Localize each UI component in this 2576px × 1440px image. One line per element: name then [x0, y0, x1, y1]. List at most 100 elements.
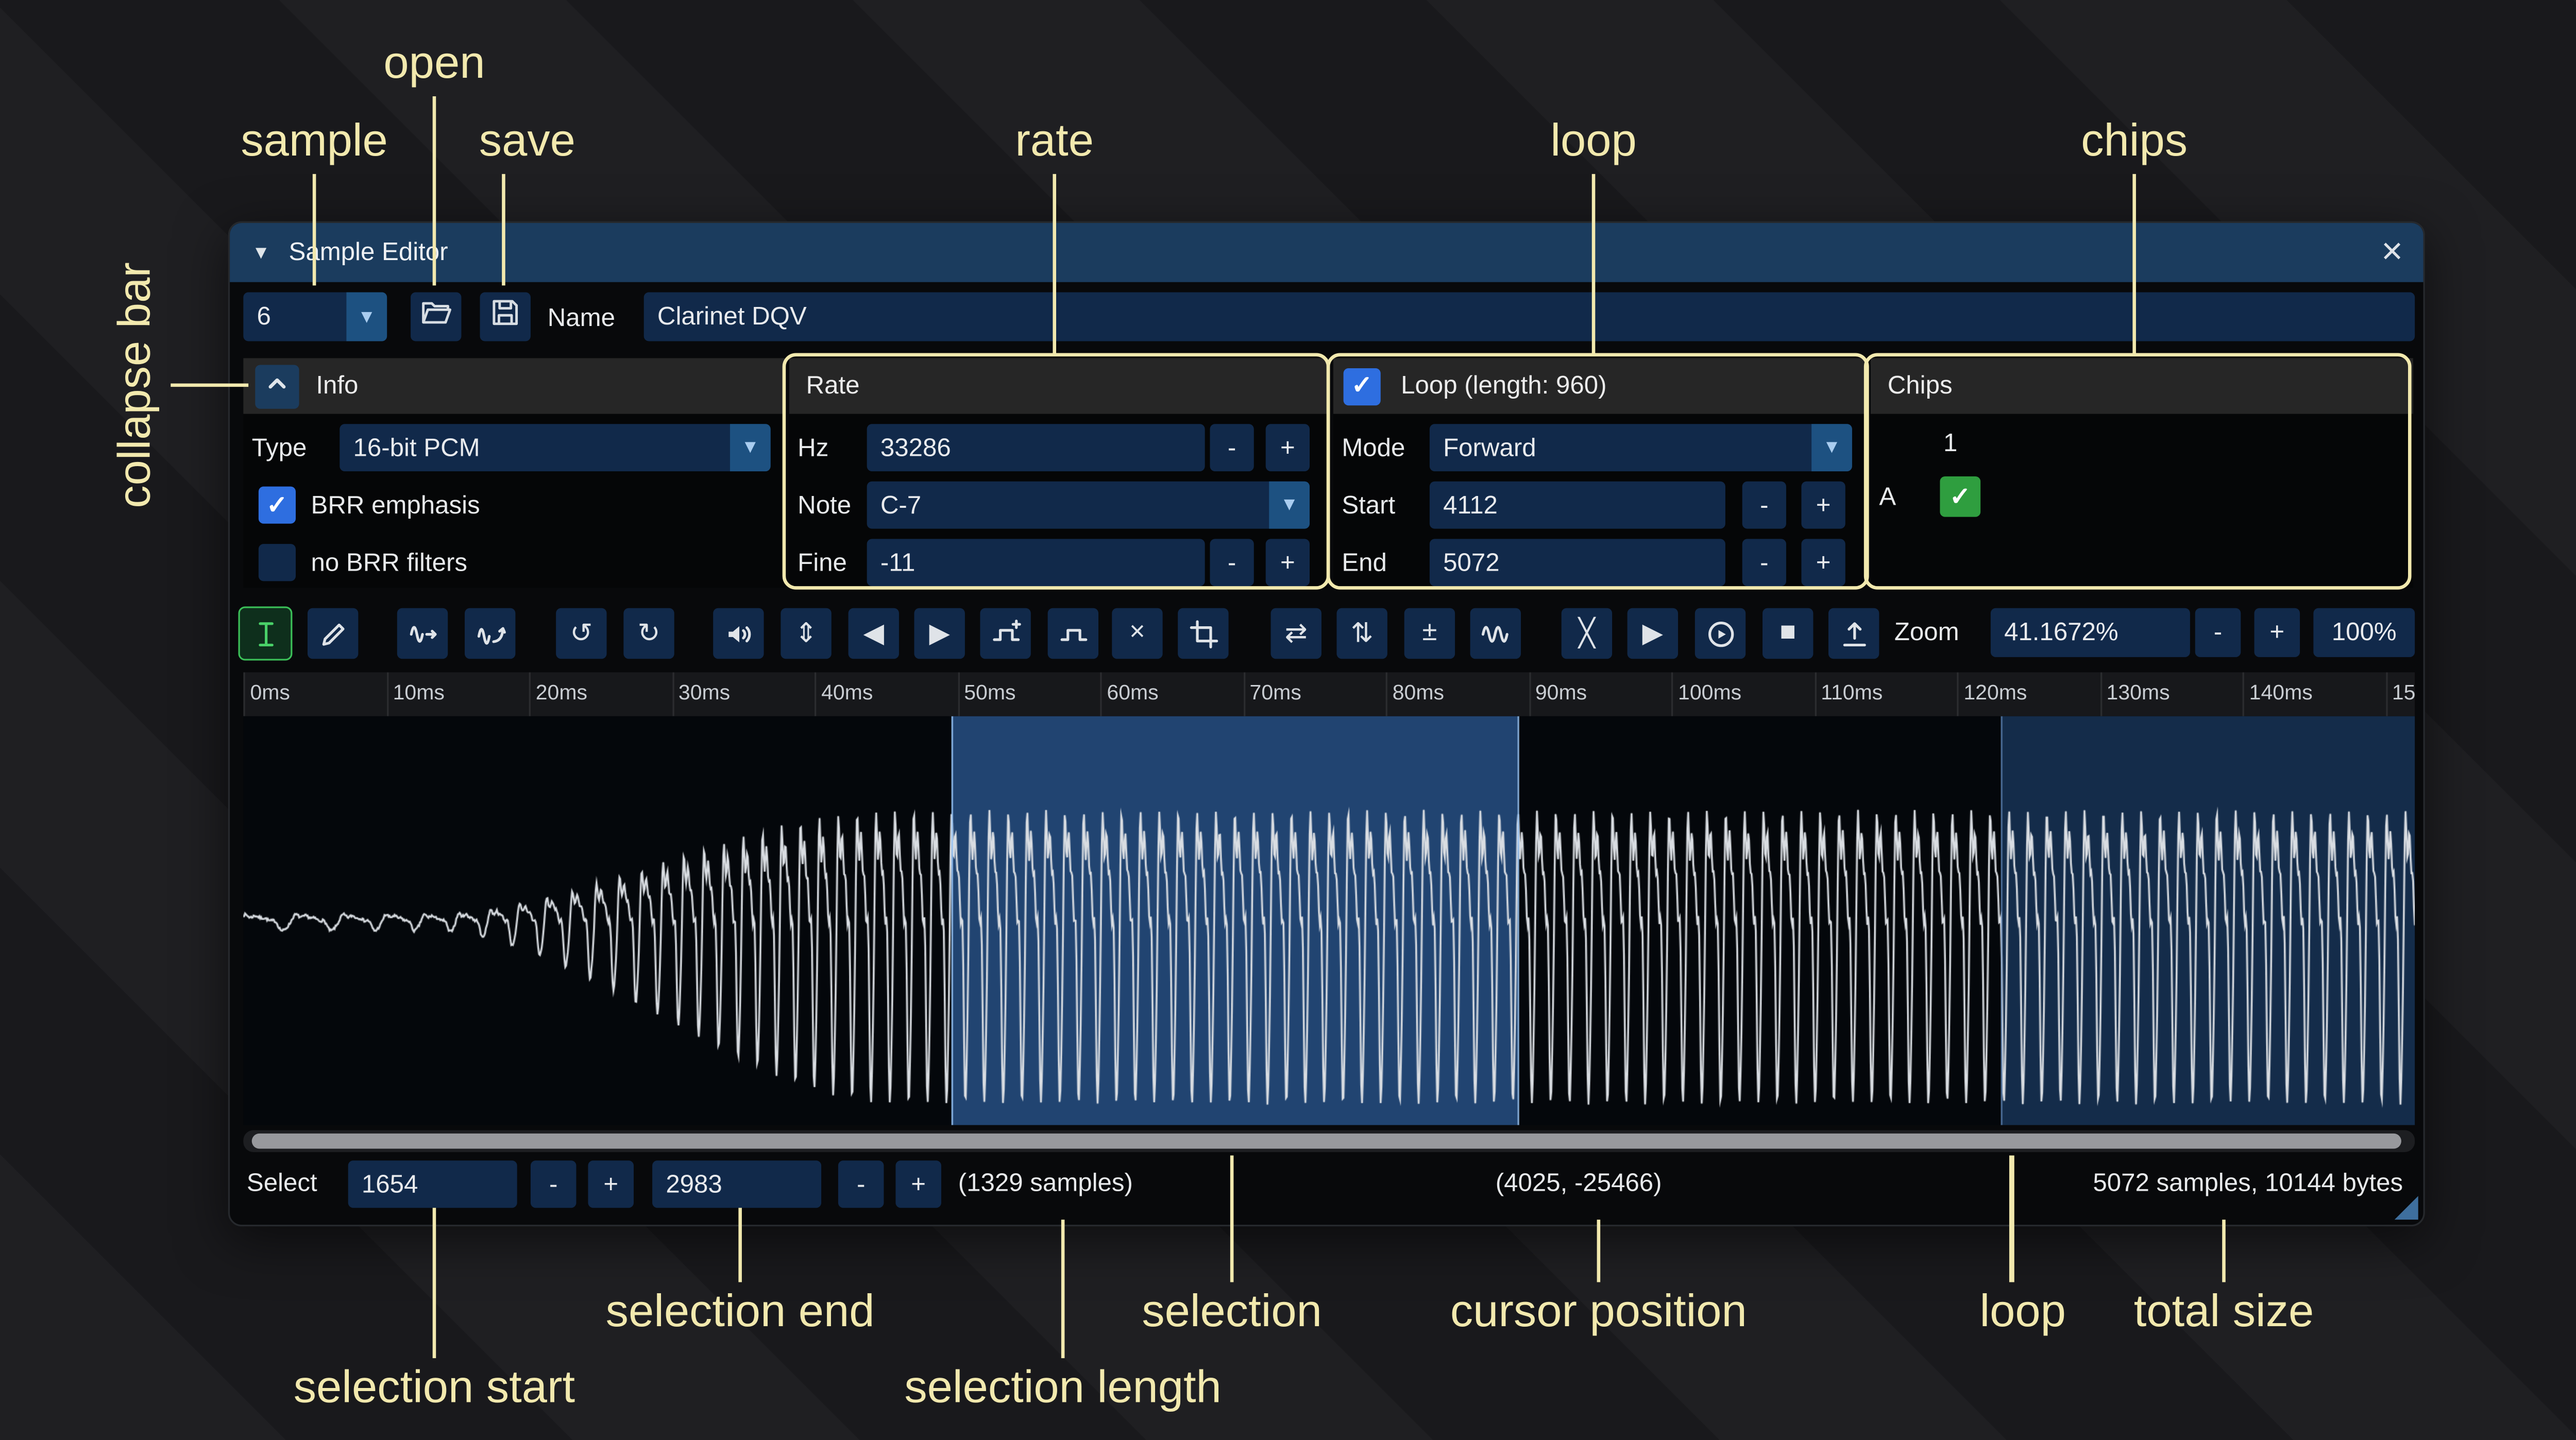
annotation-collapse-bar: collapse bar: [109, 262, 162, 508]
apply-filter-button[interactable]: [1470, 608, 1521, 659]
brr-emphasis-checkbox[interactable]: ✓: [259, 487, 296, 524]
fade-out-icon: ▶: [929, 616, 950, 650]
fade-in-button[interactable]: ◀: [849, 608, 899, 659]
annotation-chips: chips: [2081, 115, 2188, 167]
ruler-label: 20ms: [536, 681, 587, 705]
edit-mode-select-button[interactable]: [240, 608, 291, 659]
ruler-tick: [672, 672, 673, 716]
save-button[interactable]: [480, 292, 531, 341]
delete-button[interactable]: ×: [1112, 608, 1162, 659]
selection-end-input[interactable]: 2983: [652, 1160, 821, 1208]
ruler-label: 0ms: [250, 681, 290, 705]
selection-start-minus-button[interactable]: -: [531, 1160, 577, 1208]
ruler-label: 100ms: [1678, 681, 1741, 705]
annotation-selection-end: selection end: [606, 1285, 875, 1338]
info-panel: Info Type 16-bit PCM ▼ ✓ BRR emphasis no…: [243, 358, 786, 588]
ruler-label: 60ms: [1107, 681, 1158, 705]
annotation-selection-start: selection start: [294, 1362, 575, 1414]
amplify-button[interactable]: [713, 608, 764, 659]
loop-highlight-box: [1327, 353, 1869, 590]
preview-loop-icon: [1704, 618, 1736, 649]
selection-end-plus-button[interactable]: +: [895, 1160, 941, 1208]
preview-icon: ▶: [1642, 616, 1663, 650]
info-header-label: Info: [316, 372, 358, 401]
create-instrument-button[interactable]: [1828, 608, 1879, 659]
trim-button[interactable]: [1178, 608, 1228, 659]
invert-icon: ⇅: [1351, 616, 1374, 650]
undo-button[interactable]: ↺: [556, 608, 606, 659]
folder-open-icon: [419, 296, 453, 338]
resize-grip[interactable]: [2395, 1196, 2418, 1220]
resample-icon: [474, 618, 506, 649]
type-dropdown[interactable]: 16-bit PCM ▼: [340, 424, 770, 471]
zoom-input[interactable]: 41.1672%: [1991, 608, 2190, 657]
selection-start-input[interactable]: 1654: [348, 1160, 517, 1208]
fade-in-icon: ◀: [863, 616, 884, 650]
waveform-area[interactable]: [243, 716, 2415, 1125]
open-button[interactable]: [411, 292, 461, 341]
ruler-tick: [1243, 672, 1244, 716]
preview-button[interactable]: ▶: [1628, 608, 1678, 659]
check-icon: ✓: [266, 492, 287, 518]
selection-length-text: (1329 samples): [958, 1169, 1133, 1198]
brr-emphasis-label: BRR emphasis: [311, 491, 480, 520]
selection-end-minus-button[interactable]: -: [838, 1160, 884, 1208]
zoom-plus-button[interactable]: +: [2255, 608, 2300, 657]
crossfade-button[interactable]: ╳: [1562, 608, 1612, 659]
resample-button[interactable]: [465, 608, 515, 659]
apply-silence-button[interactable]: [1048, 608, 1098, 659]
window-collapse-icon[interactable]: ▼: [252, 243, 270, 263]
close-icon[interactable]: ×: [2381, 230, 2403, 273]
zoom-reset-button[interactable]: 100%: [2313, 608, 2415, 657]
annotation-selection: selection: [1142, 1285, 1322, 1338]
redo-button[interactable]: ↻: [623, 608, 674, 659]
ruler-tick: [815, 672, 816, 716]
rate-highlight-box: [783, 353, 1330, 590]
ruler-tick: [243, 672, 245, 716]
ruler-label: 110ms: [1821, 681, 1883, 705]
zoom-minus-button[interactable]: -: [2195, 608, 2241, 657]
sample-selector-value: 6: [257, 302, 271, 331]
ruler-label: 140ms: [2249, 681, 2313, 705]
normalize-button[interactable]: ⇕: [781, 608, 831, 659]
reverse-button[interactable]: ⇄: [1271, 608, 1321, 659]
annotation-line-open: [432, 96, 436, 285]
edit-mode-draw-button[interactable]: [308, 608, 358, 659]
cursor-position-text: (4025, -25466): [1496, 1169, 1662, 1198]
chevron-down-icon[interactable]: ▼: [346, 292, 387, 341]
stop-preview-button[interactable]: ■: [1762, 608, 1813, 659]
no-brr-filters-checkbox[interactable]: [259, 544, 296, 581]
reverse-icon: ⇄: [1285, 616, 1308, 650]
waveform-canvas[interactable]: [243, 716, 2415, 1125]
type-dropdown-value: 16-bit PCM: [353, 433, 480, 462]
redo-icon: ↻: [638, 616, 660, 650]
timeline-ruler: 0ms10ms20ms30ms40ms50ms60ms70ms80ms90ms1…: [243, 672, 2415, 716]
annotation-save: save: [479, 115, 575, 167]
resize-icon: [406, 618, 438, 649]
insert-silence-icon: [989, 618, 1021, 649]
chevron-down-icon[interactable]: ▼: [730, 424, 771, 471]
ruler-label: 90ms: [1535, 681, 1587, 705]
name-input-value: Clarinet DQV: [657, 302, 807, 331]
scrollbar-thumb[interactable]: [252, 1134, 2401, 1149]
waveform-scrollbar[interactable]: [243, 1130, 2415, 1152]
ruler-tick: [2243, 672, 2244, 716]
insert-silence-button[interactable]: [980, 608, 1030, 659]
name-input[interactable]: Clarinet DQV: [644, 292, 2415, 341]
resize-button[interactable]: [397, 608, 448, 659]
annotation-cursor-position: cursor position: [1450, 1285, 1747, 1338]
trim-icon: [1187, 618, 1219, 649]
sample-selector[interactable]: 6 ▼: [243, 292, 387, 341]
preview-loop-button[interactable]: [1695, 608, 1745, 659]
normalize-icon: ⇕: [795, 616, 818, 650]
ruler-tick: [1671, 672, 1673, 716]
floppy-save-icon: [488, 296, 522, 338]
info-panel-header: Info: [243, 358, 786, 414]
collapse-bar-button[interactable]: [255, 364, 299, 408]
selection-start-plus-button[interactable]: +: [588, 1160, 634, 1208]
sign-invert-button[interactable]: ±: [1404, 608, 1455, 659]
invert-button[interactable]: ⇅: [1336, 608, 1387, 659]
total-size-text: 5072 samples, 10144 bytes: [2093, 1169, 2403, 1198]
titlebar[interactable]: ▼ Sample Editor ×: [230, 223, 2423, 282]
fade-out-button[interactable]: ▶: [914, 608, 964, 659]
